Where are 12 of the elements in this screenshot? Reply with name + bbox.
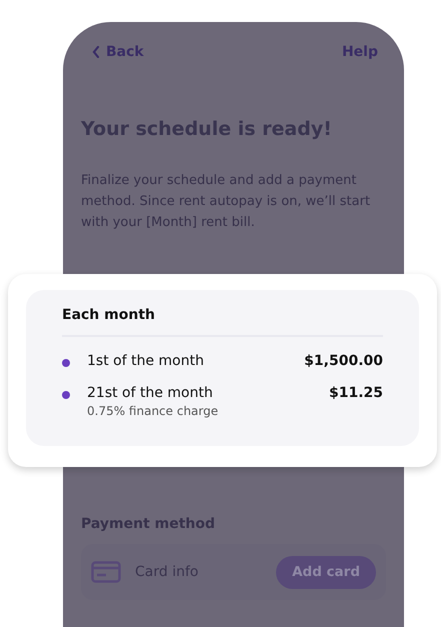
credit-card-icon: [91, 561, 121, 583]
chevron-left-icon: [92, 46, 100, 58]
help-link[interactable]: Help: [342, 44, 378, 60]
payment-date: 1st of the month: [87, 353, 205, 369]
payment-note: 0.75% finance charge: [87, 404, 220, 418]
payment-date: 21st of the month: [87, 385, 214, 401]
schedule-heading: Each month: [62, 307, 383, 337]
payment-amount: $11.25: [328, 385, 383, 401]
back-link[interactable]: Back: [92, 44, 144, 60]
description: Finalize your schedule and add a payment method. Since rent autopay is on, we’ll start with your [Month] rent bill.: [81, 172, 372, 232]
payment-amount: $1,500.00: [304, 353, 383, 369]
add-card-button[interactable]: Add card: [276, 556, 376, 588]
